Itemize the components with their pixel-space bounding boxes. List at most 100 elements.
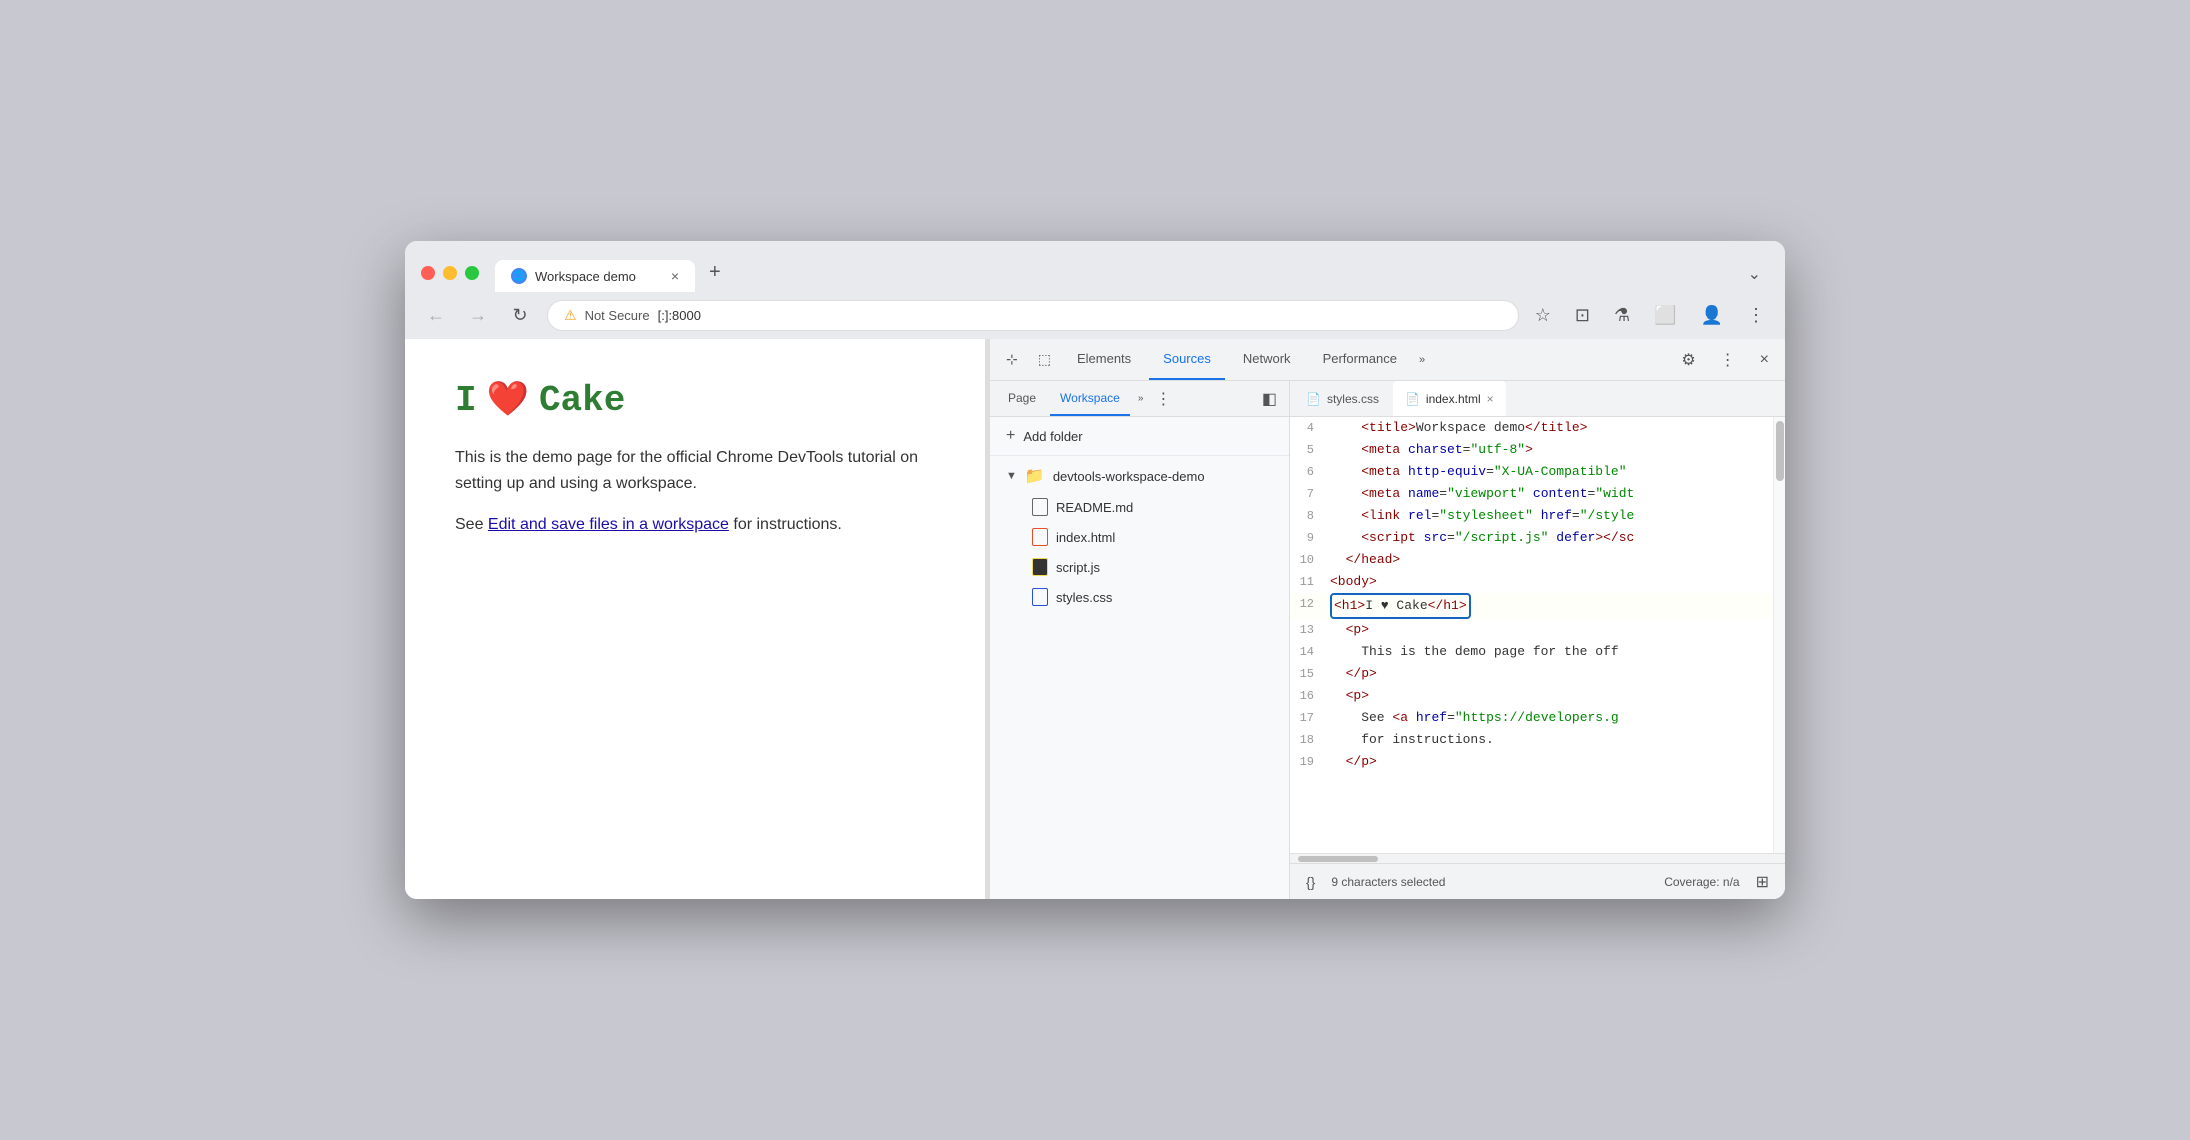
sidebar-icon[interactable]: ⬜ bbox=[1650, 301, 1680, 330]
devtools-toolbar-right: ⚙ ⋮ × bbox=[1673, 346, 1777, 374]
code-line-9: 9 <script src="/script.js" defer></sc bbox=[1290, 527, 1773, 549]
code-line-6: 6 <meta http-equiv="X-UA-Compatible" bbox=[1290, 461, 1773, 483]
styles-file-icon: 📄 bbox=[1306, 392, 1321, 406]
page-content: I ❤️ Cake This is the demo page for the … bbox=[405, 339, 985, 899]
scrollbar-thumb[interactable] bbox=[1776, 421, 1784, 481]
code-line-18: 18 for instructions. bbox=[1290, 729, 1773, 751]
code-line-7: 7 <meta name="viewport" content="widt bbox=[1290, 483, 1773, 505]
code-line-17: 17 See <a href="https://developers.g bbox=[1290, 707, 1773, 729]
selection-status: 9 characters selected bbox=[1331, 875, 1445, 889]
inspect-tool-icon[interactable]: ⬚ bbox=[1030, 343, 1059, 376]
cursor-tool-icon[interactable]: ⊹ bbox=[998, 343, 1026, 376]
file-item-styles[interactable]: styles.css bbox=[990, 582, 1289, 612]
forward-button[interactable]: → bbox=[463, 301, 493, 331]
devtools-settings-icon[interactable]: ⚙ bbox=[1673, 346, 1703, 374]
editor-tab-styles[interactable]: 📄 styles.css bbox=[1294, 381, 1391, 416]
add-folder-button[interactable]: + Add folder bbox=[990, 417, 1289, 456]
page-paragraph-1: This is the demo page for the official C… bbox=[455, 445, 935, 496]
tab-close-button[interactable]: × bbox=[671, 268, 679, 284]
address-url: [:]:8000 bbox=[658, 308, 701, 323]
refresh-button[interactable]: ↻ bbox=[505, 301, 535, 331]
file-name-script: script.js bbox=[1056, 560, 1100, 575]
subtabs-more-button[interactable]: » bbox=[1134, 389, 1148, 408]
page-text-post: for instructions. bbox=[729, 516, 842, 533]
subtabs-options-icon[interactable]: ⋮ bbox=[1151, 385, 1175, 413]
editor-tab-close-icon[interactable]: × bbox=[1487, 392, 1494, 406]
file-icon-css bbox=[1032, 588, 1048, 606]
browser-window: 🌐 Workspace demo × + ⌄ ← → ↻ ⚠ Not Secur… bbox=[405, 241, 1785, 899]
editor-tab-index[interactable]: 📄 index.html × bbox=[1393, 381, 1506, 416]
file-item-index[interactable]: index.html bbox=[990, 522, 1289, 552]
h-scrollbar-thumb[interactable] bbox=[1298, 856, 1378, 862]
folder-item[interactable]: ▼ 📁 devtools-workspace-demo bbox=[990, 460, 1289, 492]
code-line-14: 14 This is the demo page for the off bbox=[1290, 641, 1773, 663]
file-icon-html bbox=[1032, 528, 1048, 546]
tab-performance[interactable]: Performance bbox=[1309, 339, 1411, 380]
heading-i: I bbox=[455, 380, 477, 421]
screenshot-icon[interactable]: ⊞ bbox=[1756, 872, 1769, 892]
minimize-traffic-light[interactable] bbox=[443, 266, 457, 280]
code-editor: 📄 styles.css 📄 index.html × bbox=[1290, 381, 1785, 899]
file-name-styles: styles.css bbox=[1056, 590, 1112, 605]
page-text-pre: See bbox=[455, 516, 488, 533]
traffic-lights bbox=[421, 266, 479, 280]
browser-menu-icon[interactable]: ⋮ bbox=[1743, 301, 1769, 330]
tabs-more-button[interactable]: » bbox=[1415, 350, 1429, 370]
code-line-4: 4 <title>Workspace demo</title> bbox=[1290, 417, 1773, 439]
subtab-page[interactable]: Page bbox=[998, 381, 1046, 416]
code-line-8: 8 <link rel="stylesheet" href="/style bbox=[1290, 505, 1773, 527]
file-icon-js bbox=[1032, 558, 1048, 576]
lab-icon[interactable]: ⚗ bbox=[1610, 301, 1634, 330]
new-tab-button[interactable]: + bbox=[697, 253, 733, 292]
folder-icon: 📁 bbox=[1025, 466, 1045, 486]
folder-name: devtools-workspace-demo bbox=[1053, 469, 1205, 484]
heading-cake: Cake bbox=[539, 380, 625, 421]
code-line-15: 15 </p> bbox=[1290, 663, 1773, 685]
code-line-5: 5 <meta charset="utf-8"> bbox=[1290, 439, 1773, 461]
horizontal-scroll-bar[interactable] bbox=[1290, 853, 1785, 863]
address-actions: ☆ ⊡ ⚗ ⬜ 👤 ⋮ bbox=[1531, 301, 1769, 330]
page-link[interactable]: Edit and save files in a workspace bbox=[488, 516, 729, 533]
code-line-13: 13 <p> bbox=[1290, 619, 1773, 641]
file-icon-md bbox=[1032, 498, 1048, 516]
editor-tab-index-label: index.html bbox=[1426, 392, 1481, 406]
page-paragraph-2: See Edit and save files in a workspace f… bbox=[455, 512, 935, 538]
tab-sources[interactable]: Sources bbox=[1149, 339, 1225, 380]
format-icon[interactable]: {} bbox=[1306, 874, 1315, 890]
code-line-19: 19 </p> bbox=[1290, 751, 1773, 773]
close-traffic-light[interactable] bbox=[421, 266, 435, 280]
status-bar: {} 9 characters selected Coverage: n/a ⊞ bbox=[1290, 863, 1785, 899]
code-selection-highlight: <h1>I ♥ Cake</h1> bbox=[1330, 593, 1471, 619]
index-file-icon: 📄 bbox=[1405, 392, 1420, 406]
subtab-workspace[interactable]: Workspace bbox=[1050, 381, 1130, 416]
code-area[interactable]: 4 <title>Workspace demo</title> 5 <meta … bbox=[1290, 417, 1773, 853]
security-warning-icon: ⚠ bbox=[564, 307, 577, 324]
tab-chevron-icon[interactable]: ⌄ bbox=[1740, 256, 1769, 292]
extensions-icon[interactable]: ⊡ bbox=[1571, 301, 1594, 330]
code-line-10: 10 </head> bbox=[1290, 549, 1773, 571]
browser-tab[interactable]: 🌐 Workspace demo × bbox=[495, 260, 695, 292]
bookmark-icon[interactable]: ☆ bbox=[1531, 301, 1555, 330]
add-folder-plus-icon: + bbox=[1006, 427, 1015, 445]
tab-network[interactable]: Network bbox=[1229, 339, 1305, 380]
devtools-more-icon[interactable]: ⋮ bbox=[1712, 346, 1744, 374]
devtools-panel: ⊹ ⬚ Elements Sources Network Performance… bbox=[989, 339, 1785, 899]
code-scrollbar[interactable] bbox=[1773, 417, 1785, 853]
sources-subtabs: Page Workspace » ⋮ ◧ bbox=[990, 381, 1289, 417]
back-button[interactable]: ← bbox=[421, 301, 451, 331]
maximize-traffic-light[interactable] bbox=[465, 266, 479, 280]
code-line-11: 11 <body> bbox=[1290, 571, 1773, 593]
file-name-index: index.html bbox=[1056, 530, 1115, 545]
file-item-readme[interactable]: README.md bbox=[990, 492, 1289, 522]
devtools-tabs: ⊹ ⬚ Elements Sources Network Performance… bbox=[990, 339, 1785, 381]
file-tree: Page Workspace » ⋮ ◧ + Add folder bbox=[990, 381, 1290, 899]
sources-sidebar-icon[interactable]: ◧ bbox=[1258, 385, 1281, 413]
coverage-status: Coverage: n/a bbox=[1664, 875, 1739, 889]
profile-icon[interactable]: 👤 bbox=[1697, 301, 1727, 330]
devtools-close-button[interactable]: × bbox=[1752, 347, 1777, 373]
file-item-script[interactable]: script.js bbox=[990, 552, 1289, 582]
folder-expand-icon: ▼ bbox=[1006, 470, 1017, 482]
address-input[interactable]: ⚠ Not Secure [:]:8000 bbox=[547, 300, 1519, 331]
tab-elements[interactable]: Elements bbox=[1063, 339, 1145, 380]
code-line-16: 16 <p> bbox=[1290, 685, 1773, 707]
